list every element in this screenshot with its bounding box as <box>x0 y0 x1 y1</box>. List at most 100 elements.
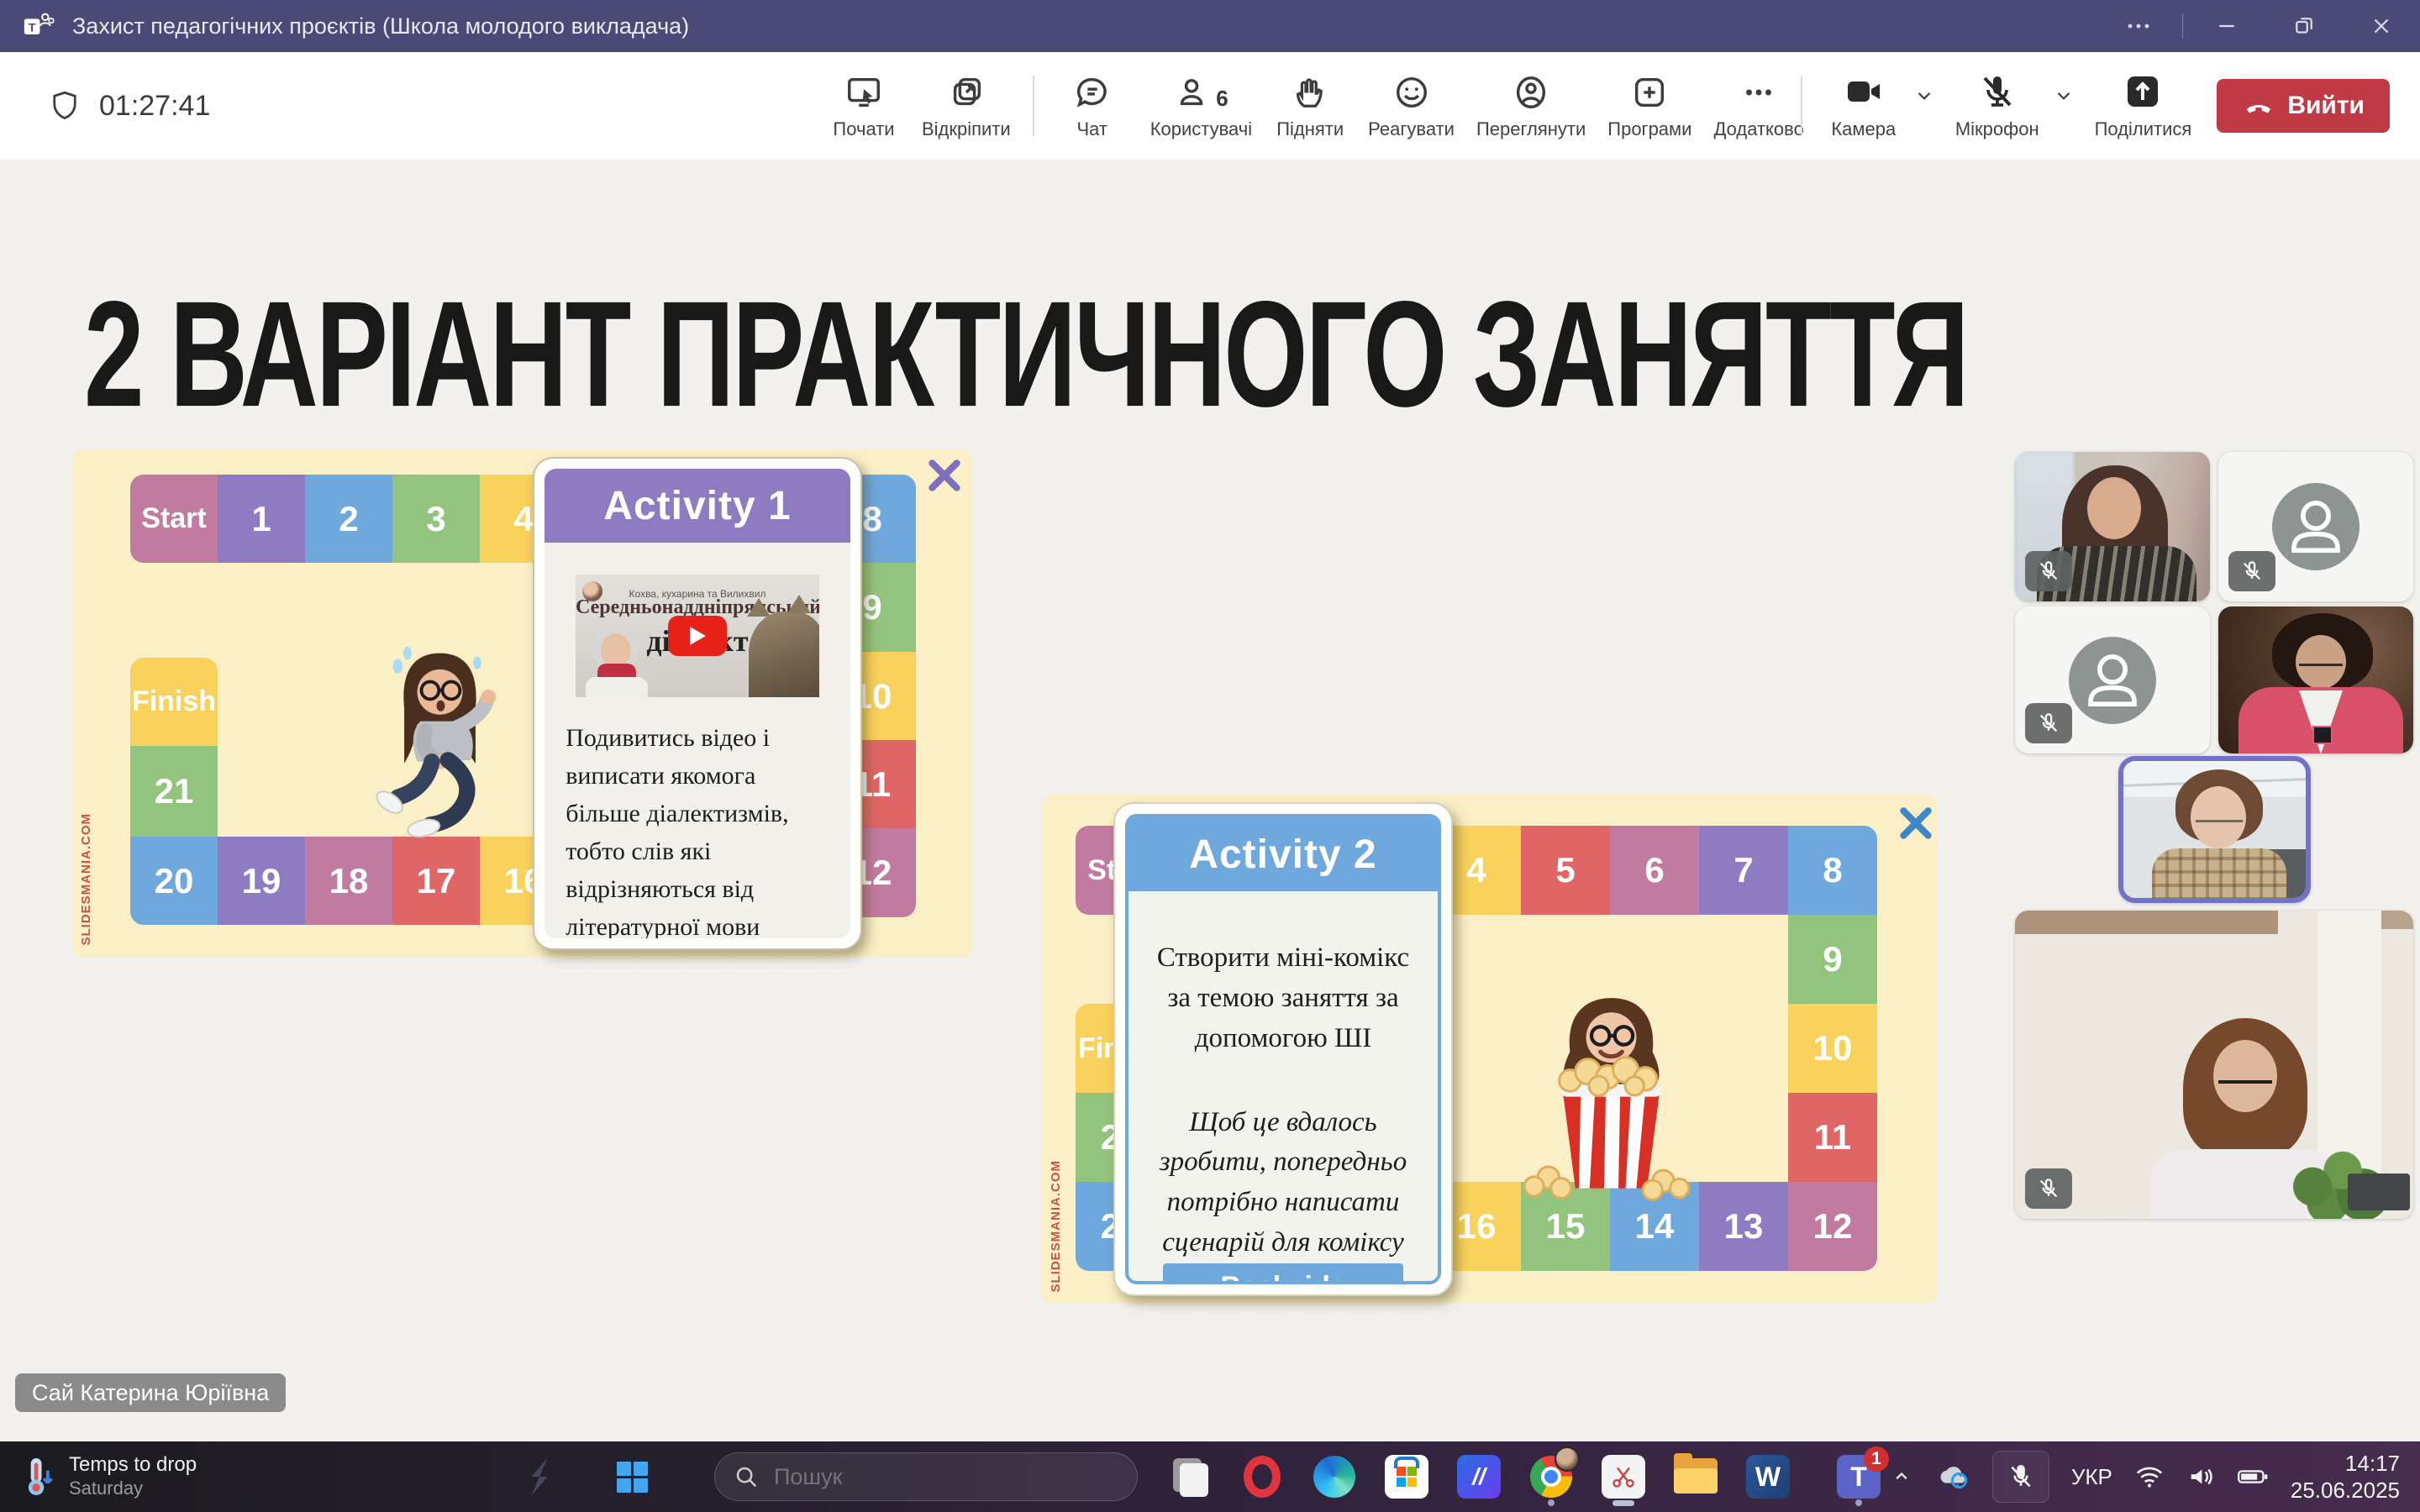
running-indicator <box>1548 1499 1555 1506</box>
titlebar-more-button[interactable] <box>2100 0 2177 52</box>
view-icon <box>1512 71 1550 112</box>
start-button[interactable] <box>608 1453 655 1500</box>
youtube-play-icon[interactable] <box>668 616 727 656</box>
react-icon <box>1392 71 1431 112</box>
game-board-2: SLIDESMANIA.COM Start 4 5 6 7 8 9 10 11 … <box>1042 795 1937 1304</box>
participant-tile-large[interactable] <box>2015 911 2413 1219</box>
unpin-button[interactable]: Відкріпити <box>922 71 1011 140</box>
camera-button[interactable]: Камера <box>1828 71 1900 140</box>
participant-tile-4[interactable] <box>2218 606 2413 753</box>
react-button[interactable]: Реагувати <box>1368 71 1455 140</box>
mic-muted-badge <box>2025 703 2072 743</box>
teams-notification-badge: 1 <box>1864 1446 1889 1472</box>
weather-headline: Temps to drop <box>69 1453 197 1478</box>
chat-icon <box>1073 71 1112 112</box>
share-button[interactable]: Поділитися <box>2095 71 2192 140</box>
task-view-icon[interactable] <box>1166 1453 1213 1500</box>
edge-icon[interactable] <box>1311 1453 1358 1500</box>
slidesmania-watermark: SLIDESMANIA.COM <box>79 813 93 946</box>
microsoft-store-icon[interactable] <box>1383 1453 1430 1500</box>
file-explorer-icon[interactable] <box>1672 1453 1719 1500</box>
window-title: Захист педагогічних проєктів (Школа моло… <box>72 13 689 39</box>
taskbar-search[interactable] <box>714 1452 1138 1501</box>
share-screen-start-icon <box>844 71 883 112</box>
more-icon <box>1739 71 1778 112</box>
popcorn-character <box>1512 984 1710 1206</box>
leave-label: Вийти <box>2287 92 2365 120</box>
teams-taskbar-icon[interactable]: T 1 <box>1835 1453 1882 1500</box>
presenter-name-label: Сай Катерина Юріївна <box>15 1373 286 1412</box>
search-input[interactable] <box>772 1463 1028 1491</box>
chrome-notification-avatar <box>1555 1446 1580 1472</box>
leave-button[interactable]: Вийти <box>2217 79 2390 133</box>
snipping-tool-icon[interactable] <box>1600 1453 1647 1500</box>
timer-value: 01:27:41 <box>99 90 210 123</box>
share-icon <box>2123 71 2163 112</box>
wifi-icon[interactable] <box>2134 1464 2165 1489</box>
windows-taskbar: Temps to drop Saturday // <box>0 1441 2420 1512</box>
activity1-text: Подивитись відео і виписати якомога біль… <box>566 719 829 938</box>
taskbar-s-logo <box>513 1450 566 1504</box>
activity1-card: Activity 1 Кохва, кухарина та Вилихвил С… <box>533 457 862 950</box>
opera-icon[interactable] <box>1239 1453 1286 1500</box>
restore-button[interactable] <box>2265 0 2343 52</box>
close-button[interactable] <box>2343 0 2420 52</box>
participant-tile-3[interactable] <box>2015 606 2210 753</box>
more-button[interactable]: Додатково <box>1713 71 1803 140</box>
camera-chevron-icon[interactable] <box>1913 84 1935 128</box>
view-button[interactable]: Переглянути <box>1476 71 1586 140</box>
board-cell: 19 <box>218 837 305 925</box>
chrome-icon[interactable] <box>1528 1453 1575 1500</box>
board-cell: 9 <box>1788 915 1877 1004</box>
toolbar-divider <box>1801 76 1802 136</box>
titlebar: T Захист педагогічних проєктів (Школа мо… <box>0 0 2420 52</box>
titlebar-divider <box>2182 13 2183 39</box>
language-indicator[interactable]: УКР <box>2071 1464 2112 1490</box>
active-window-indicator <box>1612 1500 1634 1506</box>
tray-clock[interactable]: 14:17 25.06.2025 <box>2291 1450 2400 1504</box>
board-cell: 2 <box>305 475 392 563</box>
participant-tile-active-speaker[interactable] <box>2118 756 2311 903</box>
raise-hand-button[interactable]: Підняти <box>1274 71 1346 140</box>
board-cell: 8 <box>1788 826 1877 915</box>
running-indicator <box>1855 1499 1862 1506</box>
battery-icon[interactable] <box>2237 1465 2269 1488</box>
participant-tile-1[interactable] <box>2015 452 2210 601</box>
video-cat <box>749 612 819 697</box>
activity1-video-thumbnail[interactable]: Кохва, кухарина та Вилихвил Середньонадд… <box>576 575 819 697</box>
onedrive-icon[interactable] <box>1935 1462 1970 1491</box>
slidesmania-watermark: SLIDESMANIA.COM <box>1049 1160 1063 1293</box>
meeting-toolbar: 01:27:41 Почати Відкріпити <box>0 52 2420 161</box>
activity2-close-icon[interactable] <box>1897 805 1934 842</box>
minimize-button[interactable] <box>2188 0 2265 52</box>
video-person <box>581 625 651 697</box>
people-button[interactable]: 6 Користувачі <box>1150 71 1252 140</box>
tray-date: 25.06.2025 <box>2291 1477 2400 1504</box>
apps-button[interactable]: Програми <box>1607 71 1691 140</box>
weather-widget[interactable]: Temps to drop Saturday <box>18 1441 197 1512</box>
tray-time: 14:17 <box>2345 1450 2400 1478</box>
board-cell: 11 <box>1788 1093 1877 1182</box>
meeting-timer: 01:27:41 <box>47 52 210 160</box>
board-cell: 1 <box>218 475 305 563</box>
activity1-close-icon[interactable] <box>926 457 963 494</box>
chat-button[interactable]: Чат <box>1056 71 1128 140</box>
activity2-text1: Створити міні-комікс за темою заняття за… <box>1152 938 1413 1059</box>
activity2-backside-button[interactable]: Backside <box>1163 1263 1402 1284</box>
board-cell: 21 <box>130 746 218 837</box>
apps-icon <box>1630 71 1669 112</box>
mic-chevron-icon[interactable] <box>2053 84 2075 128</box>
weather-subline: Saturday <box>69 1478 197 1499</box>
mic-muted-badge <box>2025 551 2072 591</box>
tray-chevron-icon[interactable] <box>1890 1465 1913 1488</box>
word-icon[interactable]: W <box>1744 1453 1791 1500</box>
start-share-button[interactable]: Почати <box>828 71 900 140</box>
volume-icon[interactable] <box>2186 1464 2215 1489</box>
participants-count: 6 <box>1216 86 1228 112</box>
tray-mic-muted-icon[interactable] <box>1992 1451 2049 1503</box>
search-icon <box>734 1464 759 1489</box>
running-character <box>358 643 522 870</box>
participant-tile-2[interactable] <box>2218 452 2413 601</box>
app-icon-slashes[interactable]: // <box>1455 1453 1502 1500</box>
mic-button[interactable]: Мікрофон <box>1955 71 2039 140</box>
